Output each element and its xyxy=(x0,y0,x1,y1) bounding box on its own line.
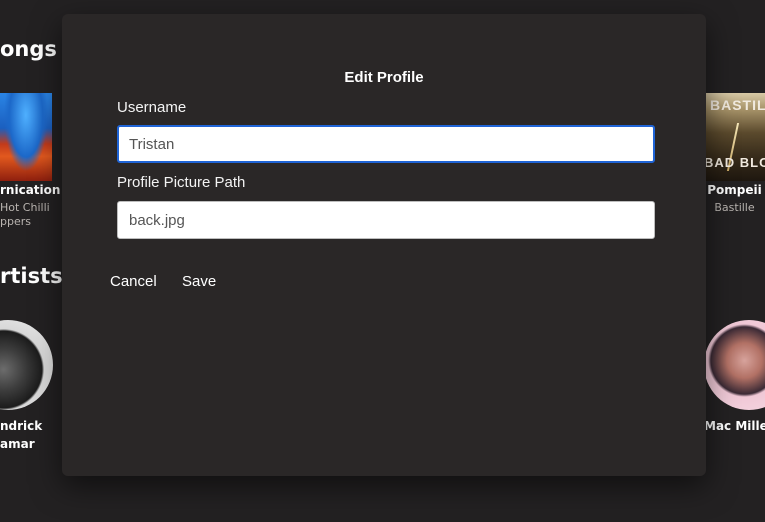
artist-name-left-line2: amar xyxy=(0,437,35,451)
song-title-right: Pompeii xyxy=(707,183,762,197)
artist-name-right: Mac Miller xyxy=(704,419,765,433)
songs-heading: ongs xyxy=(0,37,57,61)
edit-profile-modal: Edit Profile Username Profile Picture Pa… xyxy=(62,14,706,476)
song-title-left: rnication xyxy=(0,183,61,197)
artist-avatar-left[interactable] xyxy=(0,320,53,410)
artist-name-left-line1: ndrick xyxy=(0,419,43,433)
modal-title: Edit Profile xyxy=(344,69,424,86)
album-art-bastille[interactable]: BASTILLE BAD BLOOD xyxy=(706,93,765,181)
save-button[interactable]: Save xyxy=(182,273,216,290)
cancel-button[interactable]: Cancel xyxy=(110,273,157,290)
artist-avatar-right[interactable] xyxy=(704,320,765,410)
song-artist-left-line1: Hot Chilli xyxy=(0,201,50,214)
picture-path-input[interactable] xyxy=(117,201,655,239)
username-label: Username xyxy=(117,99,187,116)
song-artist-right: Bastille xyxy=(714,201,755,214)
username-input[interactable] xyxy=(117,125,655,163)
album-art-bastille-top-text: BASTILLE xyxy=(710,97,765,113)
song-artist-left-line2: ppers xyxy=(0,215,31,228)
album-art-rhcp[interactable] xyxy=(0,93,52,181)
album-art-bastille-bottom-text: BAD BLOOD xyxy=(706,155,765,170)
picture-path-label: Profile Picture Path xyxy=(117,174,246,191)
artists-heading: rtists xyxy=(0,264,63,288)
